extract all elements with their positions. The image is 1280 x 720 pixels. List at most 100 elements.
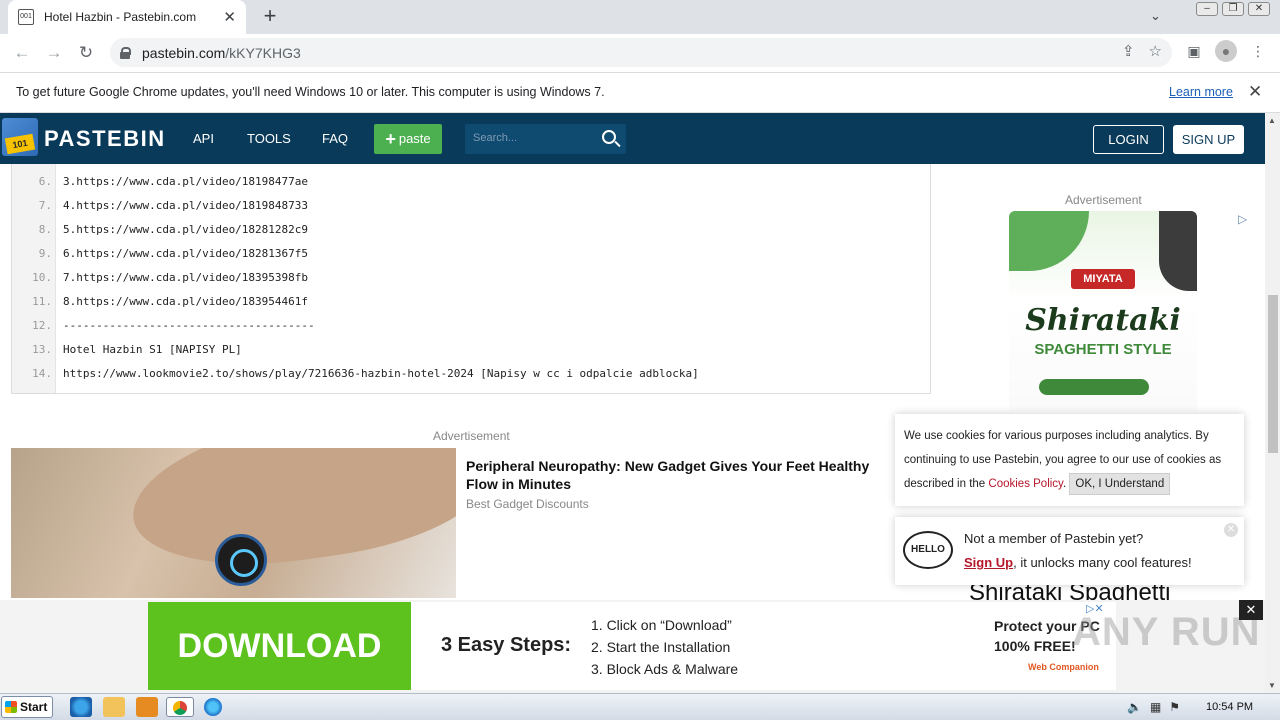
profile-avatar-icon[interactable]: ● bbox=[1215, 40, 1237, 62]
lock-icon[interactable] bbox=[120, 46, 131, 59]
shirataki-product-ad[interactable]: MIYATA Shirataki SPAGHETTI STYLE bbox=[1009, 211, 1197, 411]
url-text[interactable]: pastebin.com/kKY7KHG3 bbox=[142, 45, 301, 61]
code-line: 10. 7.https://www.cda.pl/video/18395398fb bbox=[12, 266, 930, 290]
native-ad-label: Advertisement bbox=[433, 429, 510, 443]
sticky-ad-close-button[interactable]: ✕ bbox=[1239, 600, 1263, 620]
tab-strip: 001 Hotel Hazbin - Pastebin.com ✕ + ⌄ – … bbox=[0, 0, 1280, 34]
action-center-flag-icon[interactable]: ⚑ bbox=[1169, 700, 1180, 714]
reload-icon[interactable]: ↻ bbox=[70, 37, 102, 69]
window-close-button[interactable]: ✕ bbox=[1248, 2, 1270, 16]
product-style: SPAGHETTI STYLE bbox=[1034, 341, 1172, 358]
system-tray: 🔈 ▦ ⚑ bbox=[1127, 700, 1180, 714]
new-paste-button[interactable]: + paste bbox=[374, 124, 442, 154]
download-button[interactable]: DOWNLOAD bbox=[148, 602, 411, 690]
signup-button[interactable]: SIGN UP bbox=[1173, 125, 1244, 154]
nav-tools[interactable]: TOOLS bbox=[247, 131, 291, 146]
page-scrollbar[interactable]: ▲ ▼ bbox=[1265, 113, 1280, 693]
miyata-logo: MIYATA bbox=[1071, 269, 1135, 289]
tab-title: Hotel Hazbin - Pastebin.com bbox=[44, 10, 197, 24]
sticky-bottom-ad: DOWNLOAD 3 Easy Steps: 1. Click on “Down… bbox=[0, 600, 1265, 693]
media-player-icon[interactable] bbox=[136, 697, 158, 717]
cookies-policy-link[interactable]: Cookies Policy bbox=[988, 478, 1063, 490]
line-number: 8. bbox=[38, 223, 52, 236]
line-number: 6. bbox=[38, 175, 52, 188]
line-number: 10. bbox=[32, 271, 52, 284]
new-tab-button[interactable]: + bbox=[258, 4, 282, 28]
steps-list: 1. Click on “Download” 2. Start the Inst… bbox=[591, 614, 738, 680]
adchoices-icon[interactable]: ▷ bbox=[1238, 212, 1247, 226]
code-text: 7.https://www.cda.pl/video/18395398fb bbox=[63, 271, 309, 284]
cookie-accept-button[interactable]: OK, I Understand bbox=[1069, 473, 1171, 495]
download-ad-banner[interactable]: DOWNLOAD 3 Easy Steps: 1. Click on “Down… bbox=[148, 602, 1116, 690]
infobar-message: To get future Google Chrome updates, you… bbox=[16, 85, 605, 99]
scroll-down-arrow-icon[interactable]: ▼ bbox=[1268, 681, 1276, 690]
share-icon[interactable]: ⇪ bbox=[1122, 42, 1135, 60]
edge-icon[interactable] bbox=[204, 698, 222, 716]
learn-more-link[interactable]: Learn more bbox=[1169, 85, 1233, 99]
sidebar-ad-label: Advertisement bbox=[1065, 193, 1142, 207]
code-text: 3.https://www.cda.pl/video/18198477ae bbox=[63, 175, 309, 188]
plus-icon: + bbox=[385, 129, 396, 149]
pastebin-logo-icon[interactable]: 101 bbox=[2, 118, 38, 156]
side-panel-icon[interactable]: ▣ bbox=[1183, 40, 1205, 62]
nav-faq[interactable]: FAQ bbox=[322, 131, 348, 146]
product-name: Shirataki bbox=[1025, 303, 1181, 338]
internet-explorer-icon[interactable] bbox=[70, 697, 92, 717]
pastebin-header: 101 PASTEBIN API TOOLS FAQ + paste Search… bbox=[0, 113, 1265, 164]
step-item: 1. Click on “Download” bbox=[591, 617, 732, 633]
popup-signup-link[interactable]: Sign Up bbox=[964, 555, 1013, 570]
native-ad-source[interactable]: Best Gadget Discounts bbox=[466, 497, 589, 511]
start-button[interactable]: Start bbox=[1, 696, 53, 718]
member-popup: HELLO Not a member of Pastebin yet? Sign… bbox=[895, 517, 1244, 585]
volume-icon[interactable]: 🔈 bbox=[1127, 700, 1142, 714]
code-line: 12. -------------------------------------… bbox=[12, 314, 930, 338]
scroll-up-arrow-icon[interactable]: ▲ bbox=[1268, 116, 1276, 125]
cookie-notice: We use cookies for various purposes incl… bbox=[895, 414, 1244, 506]
pastebin-favicon-icon: 001 bbox=[18, 9, 34, 25]
line-number: 7. bbox=[38, 199, 52, 212]
scrollbar-thumb[interactable] bbox=[1268, 295, 1278, 453]
nav-api[interactable]: API bbox=[193, 131, 214, 146]
code-line: 7. 4.https://www.cda.pl/video/1819848733 bbox=[12, 194, 930, 218]
leaf-graphic bbox=[1009, 211, 1089, 271]
gadget-graphic bbox=[215, 534, 267, 586]
code-text: Hotel Hazbin S1 [NAPISY PL] bbox=[63, 343, 242, 356]
steps-title: 3 Easy Steps: bbox=[441, 634, 572, 656]
code-text: 8.https://www.cda.pl/video/183954461f bbox=[63, 295, 309, 308]
code-line: 8. 5.https://www.cda.pl/video/18281282c9 bbox=[12, 218, 930, 242]
code-line: 14. https://www.lookmovie2.to/shows/play/… bbox=[12, 362, 930, 386]
chrome-taskbar-icon[interactable] bbox=[166, 697, 194, 717]
member-popup-close-icon[interactable]: ✕ bbox=[1224, 523, 1238, 537]
native-ad-headline[interactable]: Peripheral Neuropathy: New Gadget Gives … bbox=[466, 457, 896, 493]
address-bar[interactable]: pastebin.com/kKY7KHG3 ⇪ ☆ bbox=[110, 38, 1172, 67]
search-icon[interactable] bbox=[602, 130, 616, 144]
bookmark-star-icon[interactable]: ☆ bbox=[1149, 42, 1162, 60]
minimize-button[interactable]: – bbox=[1196, 2, 1218, 16]
infobar-close-icon[interactable]: ✕ bbox=[1248, 82, 1262, 102]
code-line: 9. 6.https://www.cda.pl/video/18281367f5 bbox=[12, 242, 930, 266]
forward-arrow-icon[interactable]: → bbox=[38, 37, 70, 69]
chrome-menu-icon[interactable]: ⋮ bbox=[1247, 40, 1269, 62]
update-infobar: To get future Google Chrome updates, you… bbox=[0, 72, 1280, 113]
web-companion-logo: Web Companion bbox=[1028, 662, 1099, 672]
code-text: 4.https://www.cda.pl/video/1819848733 bbox=[63, 199, 309, 212]
file-explorer-icon[interactable] bbox=[103, 697, 125, 717]
native-ad-image[interactable] bbox=[11, 448, 456, 598]
code-line: 6. 3.https://www.cda.pl/video/18198477ae bbox=[12, 170, 930, 194]
restore-button[interactable]: ❐ bbox=[1222, 2, 1244, 16]
pastebin-brand[interactable]: PASTEBIN bbox=[44, 126, 166, 152]
windows-taskbar: Start 🔈 ▦ ⚑ 10:54 PM bbox=[0, 693, 1280, 720]
anyrun-watermark: ANY RUN bbox=[1072, 610, 1261, 654]
tab-pastebin[interactable]: 001 Hotel Hazbin - Pastebin.com ✕ bbox=[8, 0, 246, 34]
login-button[interactable]: LOGIN bbox=[1093, 125, 1164, 154]
taskbar-clock[interactable]: 10:54 PM bbox=[1206, 701, 1253, 713]
tab-search-icon[interactable]: ⌄ bbox=[1150, 8, 1161, 24]
line-number: 14. bbox=[32, 367, 52, 380]
member-question: Not a member of Pastebin yet? bbox=[964, 531, 1144, 546]
network-icon[interactable]: ▦ bbox=[1150, 700, 1161, 714]
tab-close-icon[interactable]: ✕ bbox=[223, 8, 236, 26]
site-search-input[interactable]: Search... bbox=[465, 124, 626, 154]
line-number: 13. bbox=[32, 343, 52, 356]
line-number: 9. bbox=[38, 247, 52, 260]
back-arrow-icon[interactable]: ← bbox=[6, 37, 38, 69]
